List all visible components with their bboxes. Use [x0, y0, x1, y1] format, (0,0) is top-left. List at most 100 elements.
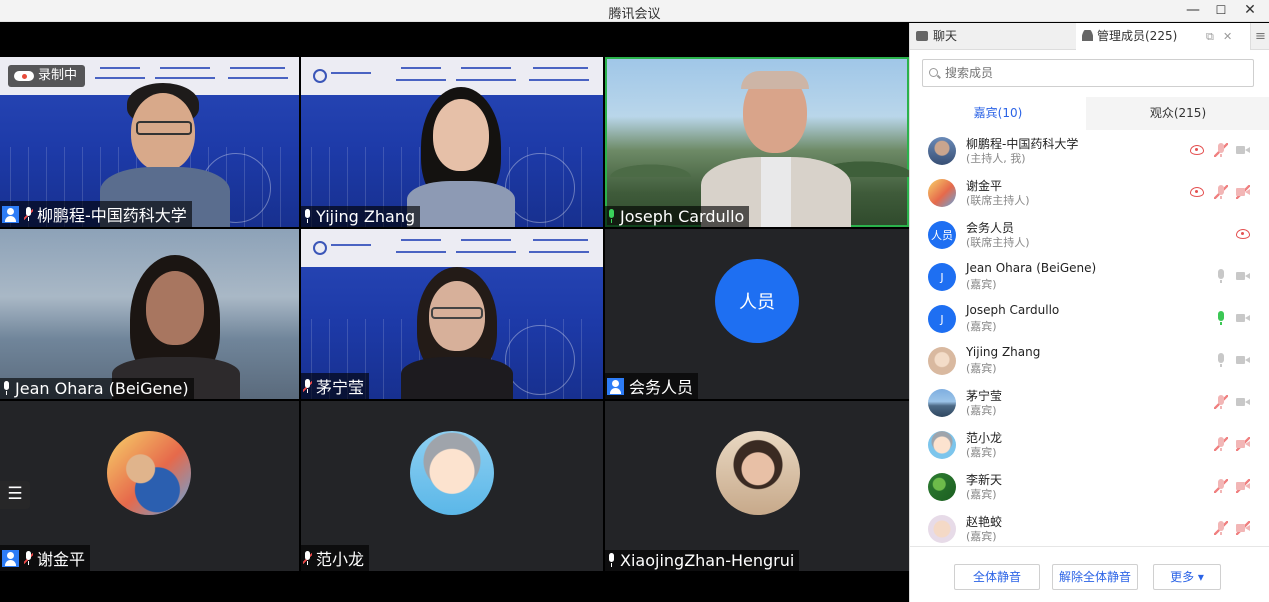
participant-avatar — [410, 431, 494, 515]
tile-name-label: 谢金平 — [0, 545, 91, 571]
member-row[interactable]: 谢金平 (联席主持人) — [910, 172, 1269, 214]
mic-muted-icon[interactable] — [1214, 437, 1228, 451]
maximize-button[interactable]: ☐ — [1207, 0, 1235, 22]
search-icon — [929, 68, 938, 77]
video-tile[interactable]: 谢金平 — [0, 401, 299, 571]
member-avatar — [928, 347, 956, 375]
mic-speaking-icon — [607, 209, 616, 224]
members-icon — [1082, 30, 1093, 41]
camera-off-icon[interactable] — [1236, 521, 1250, 535]
mic-muted-icon — [303, 550, 312, 566]
mic-muted-icon — [24, 206, 33, 222]
tile-name-label: Joseph Cardullo — [605, 206, 750, 227]
mic-muted-icon[interactable] — [1214, 479, 1228, 493]
screen-share-icon — [1236, 229, 1250, 239]
cloud-record-icon — [14, 71, 34, 81]
member-search-input[interactable] — [922, 59, 1254, 87]
mic-muted-icon — [24, 550, 33, 566]
tile-name-label: 茅宁莹 — [301, 373, 370, 399]
camera-off-icon[interactable] — [1236, 437, 1250, 451]
member-row[interactable]: 柳鹏程-中国药科大学 (主持人, 我) — [910, 130, 1269, 172]
participant-avatar — [107, 431, 191, 515]
unmute-all-button[interactable]: 解除全体静音 — [1052, 564, 1138, 590]
participant-avatar — [716, 431, 800, 515]
camera-icon[interactable] — [1236, 311, 1250, 325]
participant-list-toggle-icon[interactable]: ☰ — [0, 481, 30, 509]
member-avatar — [928, 473, 956, 501]
participant-avatar: 人员 — [715, 259, 799, 343]
members-panel: 聊天 管理成员(225) ⧉ ✕ ≡ 嘉宾(10) 观众(215) 柳鹏程-中国… — [909, 23, 1269, 602]
member-row[interactable]: Yijing Zhang (嘉宾) — [910, 340, 1269, 382]
screen-share-icon — [1190, 187, 1204, 197]
video-tile[interactable]: 人员 会务人员 — [605, 229, 909, 399]
close-tab-icon[interactable]: ✕ — [1223, 23, 1232, 50]
video-tile-active-speaker[interactable]: Joseph Cardullo — [605, 57, 909, 227]
mic-icon — [2, 381, 11, 396]
tab-chat[interactable]: 聊天 — [916, 23, 1076, 50]
host-badge-icon — [2, 549, 19, 567]
member-avatar — [928, 515, 956, 543]
tile-name-label: Jean Ohara (BeiGene) — [0, 378, 194, 399]
member-row[interactable]: J Jean Ohara (BeiGene) (嘉宾) — [910, 256, 1269, 298]
member-row[interactable]: 赵艳蛟 (嘉宾) — [910, 508, 1269, 546]
panel-footer: 全体静音 解除全体静音 更多 ▾ — [910, 546, 1269, 602]
video-tile[interactable]: 范小龙 — [301, 401, 603, 571]
minimize-button[interactable]: — — [1179, 0, 1207, 22]
tile-name-label: 范小龙 — [301, 545, 370, 571]
mic-muted-icon[interactable] — [1214, 521, 1228, 535]
chat-icon — [916, 31, 928, 41]
more-button[interactable]: 更多 ▾ — [1153, 564, 1221, 590]
member-row[interactable]: 人员 会务人员 (联席主持人) — [910, 214, 1269, 256]
member-avatar: J — [928, 305, 956, 333]
mic-icon[interactable] — [1214, 269, 1228, 283]
member-avatar — [928, 179, 956, 207]
tab-guests[interactable]: 嘉宾(10) — [910, 97, 1086, 130]
mic-muted-icon[interactable] — [1214, 185, 1228, 199]
tile-name-label: 柳鹏程-中国药科大学 — [0, 201, 192, 227]
mic-on-icon[interactable] — [1214, 311, 1228, 325]
camera-icon[interactable] — [1236, 353, 1250, 367]
member-row[interactable]: 范小龙 (嘉宾) — [910, 424, 1269, 466]
member-row[interactable]: 李新天 (嘉宾) — [910, 466, 1269, 508]
video-tile[interactable]: XiaojingZhan-Hengrui — [605, 401, 909, 571]
member-row[interactable]: J Joseph Cardullo (嘉宾) — [910, 298, 1269, 340]
mic-muted-icon[interactable] — [1214, 395, 1228, 409]
member-avatar — [928, 431, 956, 459]
window-title: 腾讯会议 — [608, 7, 661, 22]
recording-indicator: 录制中 — [8, 65, 85, 87]
video-grid: 录制中 柳鹏程-中国药科大学 Yijing Zhang Joseph Cardu… — [0, 23, 909, 602]
mic-muted-icon — [303, 378, 312, 394]
camera-icon[interactable] — [1236, 395, 1250, 409]
panel-menu-icon[interactable]: ≡ — [1250, 23, 1269, 50]
tile-name-label: XiaojingZhan-Hengrui — [605, 550, 800, 571]
member-row[interactable]: 茅宁莹 (嘉宾) — [910, 382, 1269, 424]
camera-icon[interactable] — [1236, 143, 1250, 157]
participant-video — [701, 67, 851, 227]
member-avatar — [928, 137, 956, 165]
video-tile[interactable]: 录制中 柳鹏程-中国药科大学 — [0, 57, 299, 227]
member-avatar: J — [928, 263, 956, 291]
tab-members[interactable]: 管理成员(225) ⧉ ✕ — [1076, 23, 1250, 50]
mic-icon — [607, 553, 616, 568]
recording-label: 录制中 — [38, 68, 78, 83]
video-tile[interactable]: 茅宁莹 — [301, 229, 603, 399]
mute-all-button[interactable]: 全体静音 — [954, 564, 1040, 590]
screen-share-icon — [1190, 145, 1204, 155]
camera-icon[interactable] — [1236, 269, 1250, 283]
camera-off-icon[interactable] — [1236, 185, 1250, 199]
participant-video — [397, 267, 517, 399]
member-list: 柳鹏程-中国药科大学 (主持人, 我) 谢金平 (联席主持人) 人员 会务人员 … — [910, 130, 1269, 546]
tile-name-label: Yijing Zhang — [301, 206, 421, 227]
popout-icon[interactable]: ⧉ — [1206, 23, 1214, 50]
camera-off-icon[interactable] — [1236, 479, 1250, 493]
title-bar: 腾讯会议 — ☐ ✕ — [0, 0, 1269, 22]
tab-audience[interactable]: 观众(215) — [1086, 97, 1269, 130]
close-button[interactable]: ✕ — [1236, 0, 1264, 22]
mic-icon — [303, 209, 312, 224]
video-tile[interactable]: Yijing Zhang — [301, 57, 603, 227]
mic-muted-icon[interactable] — [1214, 143, 1228, 157]
video-tile[interactable]: Jean Ohara (BeiGene) — [0, 229, 299, 399]
panel-tabs: 聊天 管理成员(225) ⧉ ✕ ≡ — [910, 23, 1269, 50]
mic-icon[interactable] — [1214, 353, 1228, 367]
member-avatar — [928, 389, 956, 417]
